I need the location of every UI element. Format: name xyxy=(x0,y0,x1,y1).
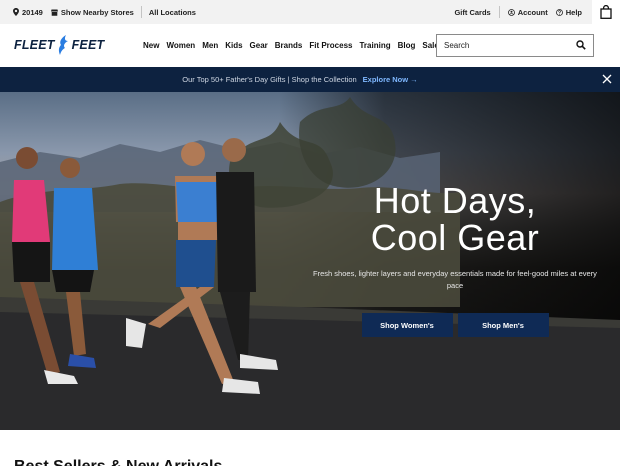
utility-divider xyxy=(498,6,500,18)
help-icon xyxy=(555,8,563,16)
logo-word-right: FEET xyxy=(71,38,105,52)
wing-logo-icon xyxy=(58,35,68,55)
nav-item-new[interactable]: New xyxy=(143,41,159,50)
nav-item-training[interactable]: Training xyxy=(359,41,390,50)
map-pin-icon xyxy=(13,8,19,16)
show-nearby-stores-label: Show Nearby Stores xyxy=(60,7,134,17)
show-nearby-stores-link[interactable]: Show Nearby Stores xyxy=(50,7,134,17)
all-locations-link[interactable]: All Locations xyxy=(149,8,196,17)
promo-explore-link[interactable]: Explore Now → xyxy=(363,75,418,84)
nav-item-fit-process[interactable]: Fit Process xyxy=(309,41,352,50)
hero-buttons: Shop Women's Shop Men's xyxy=(300,313,610,337)
promo-text: Our Top 50+ Father's Day Gifts | Shop th… xyxy=(182,75,357,84)
section-heading: Best Sellers & New Arrivals xyxy=(14,458,222,466)
zip-location[interactable]: 20149 xyxy=(13,8,43,17)
zip-code: 20149 xyxy=(22,7,43,17)
shopping-bag-button[interactable] xyxy=(592,0,620,24)
hero-headline-line2: Cool Gear xyxy=(370,217,540,258)
utility-bar: 20149 Show Nearby Stores All Locations G… xyxy=(0,0,620,24)
account-label: Account xyxy=(517,7,548,17)
nav-item-kids[interactable]: Kids xyxy=(225,41,242,50)
hero-banner: Hot Days, Cool Gear Fresh shoes, lighter… xyxy=(0,92,620,430)
utility-right: Gift Cards Account Help xyxy=(454,0,582,24)
search-box xyxy=(436,34,594,57)
hero-subtext: Fresh shoes, lighter layers and everyday… xyxy=(313,269,597,290)
main-header: FLEET FEET New Women Men Kids Gear Brand… xyxy=(0,24,620,67)
help-label: Help xyxy=(565,7,582,17)
shop-mens-button[interactable]: Shop Men's xyxy=(457,313,549,337)
fleet-feet-logo[interactable]: FLEET FEET xyxy=(14,35,104,55)
user-icon xyxy=(507,8,515,16)
shop-womens-button[interactable]: Shop Women's xyxy=(361,313,453,337)
utility-left: 20149 Show Nearby Stores All Locations xyxy=(13,0,196,24)
nav-item-men[interactable]: Men xyxy=(202,41,218,50)
shopping-bag-icon xyxy=(600,5,612,19)
search-icon[interactable] xyxy=(576,40,586,50)
promo-message: Our Top 50+ Father's Day Gifts | Shop th… xyxy=(0,67,600,92)
utility-divider xyxy=(140,6,142,18)
close-icon[interactable] xyxy=(602,74,612,84)
help-link[interactable]: Help xyxy=(555,7,582,17)
main-nav: New Women Men Kids Gear Brands Fit Proce… xyxy=(143,24,439,67)
nav-item-women[interactable]: Women xyxy=(166,41,195,50)
hero-headline: Hot Days, Cool Gear xyxy=(300,182,610,256)
hero-headline-line1: Hot Days, xyxy=(373,180,537,221)
gift-cards-link[interactable]: Gift Cards xyxy=(454,8,490,17)
nav-item-gear[interactable]: Gear xyxy=(250,41,268,50)
account-link[interactable]: Account xyxy=(507,7,548,17)
nav-item-blog[interactable]: Blog xyxy=(398,41,416,50)
store-icon xyxy=(50,9,58,16)
nav-item-brands[interactable]: Brands xyxy=(275,41,303,50)
logo-word-left: FLEET xyxy=(14,38,55,52)
search-input[interactable] xyxy=(437,35,567,56)
hero-copy: Hot Days, Cool Gear Fresh shoes, lighter… xyxy=(300,182,610,337)
promo-banner: Our Top 50+ Father's Day Gifts | Shop th… xyxy=(0,67,620,92)
